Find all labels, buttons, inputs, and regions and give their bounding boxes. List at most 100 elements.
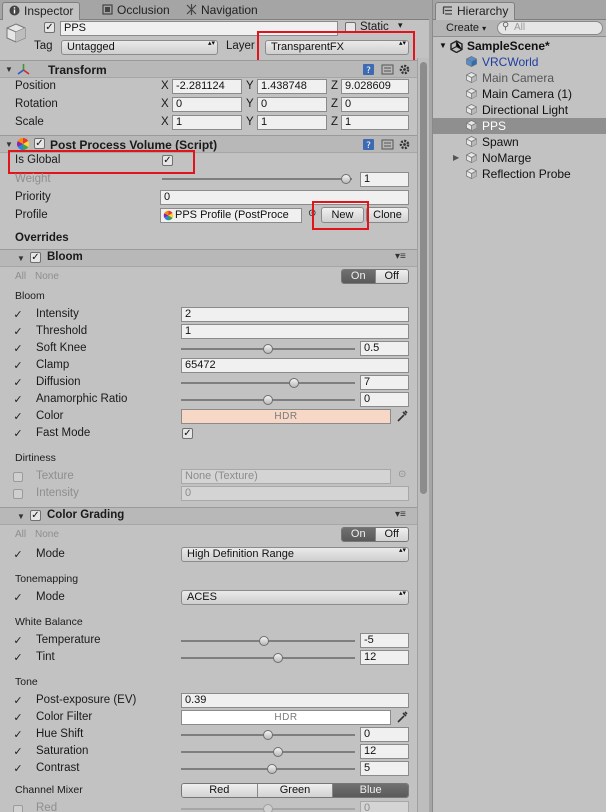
red-slider-thumb[interactable] (263, 804, 273, 812)
channel-tab-blue[interactable]: Blue (333, 784, 408, 797)
hierarchy-item[interactable]: Main Camera (1) (433, 86, 606, 102)
override-check-clamp[interactable]: ✓ (12, 359, 24, 372)
tag-dropdown[interactable]: Untagged (61, 40, 218, 55)
diffusion-slider-thumb[interactable] (288, 378, 299, 388)
colorfilter-field[interactable]: HDR (181, 710, 391, 725)
hierarchy-item[interactable]: Reflection Probe (433, 166, 606, 182)
hueshift-field[interactable]: 0 (360, 727, 409, 742)
override-check-contrast[interactable]: ✓ (12, 762, 24, 775)
create-button[interactable]: Create ▾ (446, 22, 486, 34)
threshold-field[interactable]: 1 (181, 324, 409, 339)
hierarchy-search-input[interactable]: ⚲ All (497, 21, 603, 35)
temperature-field[interactable]: -5 (360, 633, 409, 648)
softknee-slider-thumb[interactable] (263, 344, 273, 354)
tint-slider[interactable] (181, 651, 355, 665)
weight-slider[interactable] (162, 172, 352, 186)
gear-icon[interactable] (398, 138, 411, 151)
help-book-icon[interactable]: ? (362, 138, 375, 151)
channel-tab-red[interactable]: Red (182, 784, 258, 797)
color-grading-foldout-icon[interactable]: ▼ (17, 512, 25, 521)
softknee-field[interactable]: 0.5 (360, 341, 409, 356)
anamorphic-slider-thumb[interactable] (263, 395, 273, 405)
inspector-scrollbar-thumb[interactable] (420, 62, 427, 494)
weight-field[interactable]: 1 (360, 172, 409, 187)
transform-foldout-icon[interactable]: ▼ (5, 65, 13, 74)
profile-field[interactable]: PPS Profile (PostProce (160, 208, 302, 223)
override-check-tonemap-mode[interactable]: ✓ (12, 591, 24, 604)
postexposure-field[interactable]: 0.39 (181, 693, 409, 708)
is-global-checkbox[interactable] (162, 155, 173, 166)
bloom-color-field[interactable]: HDR (181, 409, 391, 424)
tab-navigation[interactable]: Navigation (180, 2, 264, 20)
contrast-field[interactable]: 5 (360, 761, 409, 776)
saturation-field[interactable]: 12 (360, 744, 409, 759)
weight-slider-thumb[interactable] (341, 174, 351, 184)
bloom-foldout-icon[interactable]: ▼ (17, 254, 25, 263)
override-check-postexposure[interactable]: ✓ (12, 694, 24, 707)
override-check-temperature[interactable]: ✓ (12, 634, 24, 647)
cg-off-button[interactable]: Off (375, 528, 408, 541)
scale-y-field[interactable]: 1 (257, 115, 327, 130)
gear-icon[interactable] (398, 63, 411, 76)
tint-field[interactable]: 12 (360, 650, 409, 665)
tint-slider-thumb[interactable] (272, 653, 283, 663)
saturation-slider-thumb[interactable] (272, 747, 283, 757)
intensity-field[interactable]: 2 (181, 307, 409, 322)
bloom-on-button[interactable]: On (342, 270, 376, 283)
contrast-slider[interactable] (181, 762, 355, 776)
override-check-colorfilter[interactable]: ✓ (12, 711, 24, 724)
cg-none-toggle[interactable]: None (35, 529, 59, 540)
profile-clone-button[interactable]: Clone (366, 207, 409, 223)
tonemap-mode-dropdown[interactable]: ACES (181, 590, 409, 605)
temperature-slider[interactable] (181, 634, 355, 648)
cg-onoff-switch[interactable]: On Off (341, 527, 409, 542)
softknee-slider[interactable] (181, 342, 355, 356)
override-check-intensity[interactable]: ✓ (12, 308, 24, 321)
hierarchy-item[interactable]: Spawn (433, 134, 606, 150)
temperature-slider-thumb[interactable] (258, 636, 269, 646)
position-x-field[interactable]: -2.281124 (172, 79, 242, 94)
hierarchy-item[interactable]: Main Camera (433, 70, 606, 86)
dirt-intensity-field[interactable]: 0 (181, 486, 409, 501)
override-check-saturation[interactable]: ✓ (12, 745, 24, 758)
bloom-all-toggle[interactable]: All (15, 271, 26, 282)
priority-field[interactable]: 0 (160, 190, 409, 205)
hueshift-slider-thumb[interactable] (263, 730, 273, 740)
object-active-checkbox[interactable] (44, 22, 55, 33)
expand-arrow-icon[interactable]: ▶ (453, 150, 459, 166)
saturation-slider[interactable] (181, 745, 355, 759)
hierarchy-item[interactable]: PPS (433, 118, 606, 134)
eyedropper-icon[interactable] (396, 710, 409, 724)
help-book-icon[interactable]: ? (362, 63, 375, 76)
texture-field[interactable]: None (Texture) (181, 469, 391, 484)
bloom-enabled-checkbox[interactable] (30, 252, 41, 263)
override-check-threshold[interactable]: ✓ (12, 325, 24, 338)
object-picker-icon[interactable]: ⊙ (308, 208, 316, 219)
texture-picker-icon[interactable]: ⊙ (398, 469, 406, 480)
red-field[interactable]: 0 (360, 801, 409, 812)
clamp-field[interactable]: 65472 (181, 358, 409, 373)
bloom-onoff-switch[interactable]: On Off (341, 269, 409, 284)
eyedropper-icon[interactable] (396, 409, 409, 423)
hierarchy-item[interactable]: Directional Light (433, 102, 606, 118)
diffusion-field[interactable]: 7 (360, 375, 409, 390)
override-check-texture[interactable] (13, 472, 23, 482)
preset-sliders-icon[interactable] (381, 138, 394, 151)
color-grading-menu-icon[interactable]: ▾≡ (395, 509, 406, 520)
layer-dropdown[interactable]: TransparentFX (265, 40, 409, 55)
channel-tab-green[interactable]: Green (257, 784, 334, 797)
override-check-tint[interactable]: ✓ (12, 651, 24, 664)
rotation-y-field[interactable]: 0 (257, 97, 327, 112)
ppv-foldout-icon[interactable]: ▼ (5, 140, 13, 149)
position-z-field[interactable]: 9.028609 (341, 79, 409, 94)
bloom-menu-icon[interactable]: ▾≡ (395, 251, 406, 262)
inspector-scrollbar[interactable] (417, 58, 429, 812)
override-check-softknee[interactable]: ✓ (12, 342, 24, 355)
hierarchy-item[interactable]: ▶ NoMarge (433, 150, 606, 166)
rotation-x-field[interactable]: 0 (172, 97, 242, 112)
tab-occlusion[interactable]: Occlusion (96, 2, 176, 20)
tab-inspector[interactable]: Inspector (2, 2, 81, 20)
override-check-fastmode[interactable]: ✓ (12, 427, 24, 440)
preset-sliders-icon[interactable] (381, 63, 394, 76)
ppv-enabled-checkbox[interactable] (34, 138, 45, 149)
